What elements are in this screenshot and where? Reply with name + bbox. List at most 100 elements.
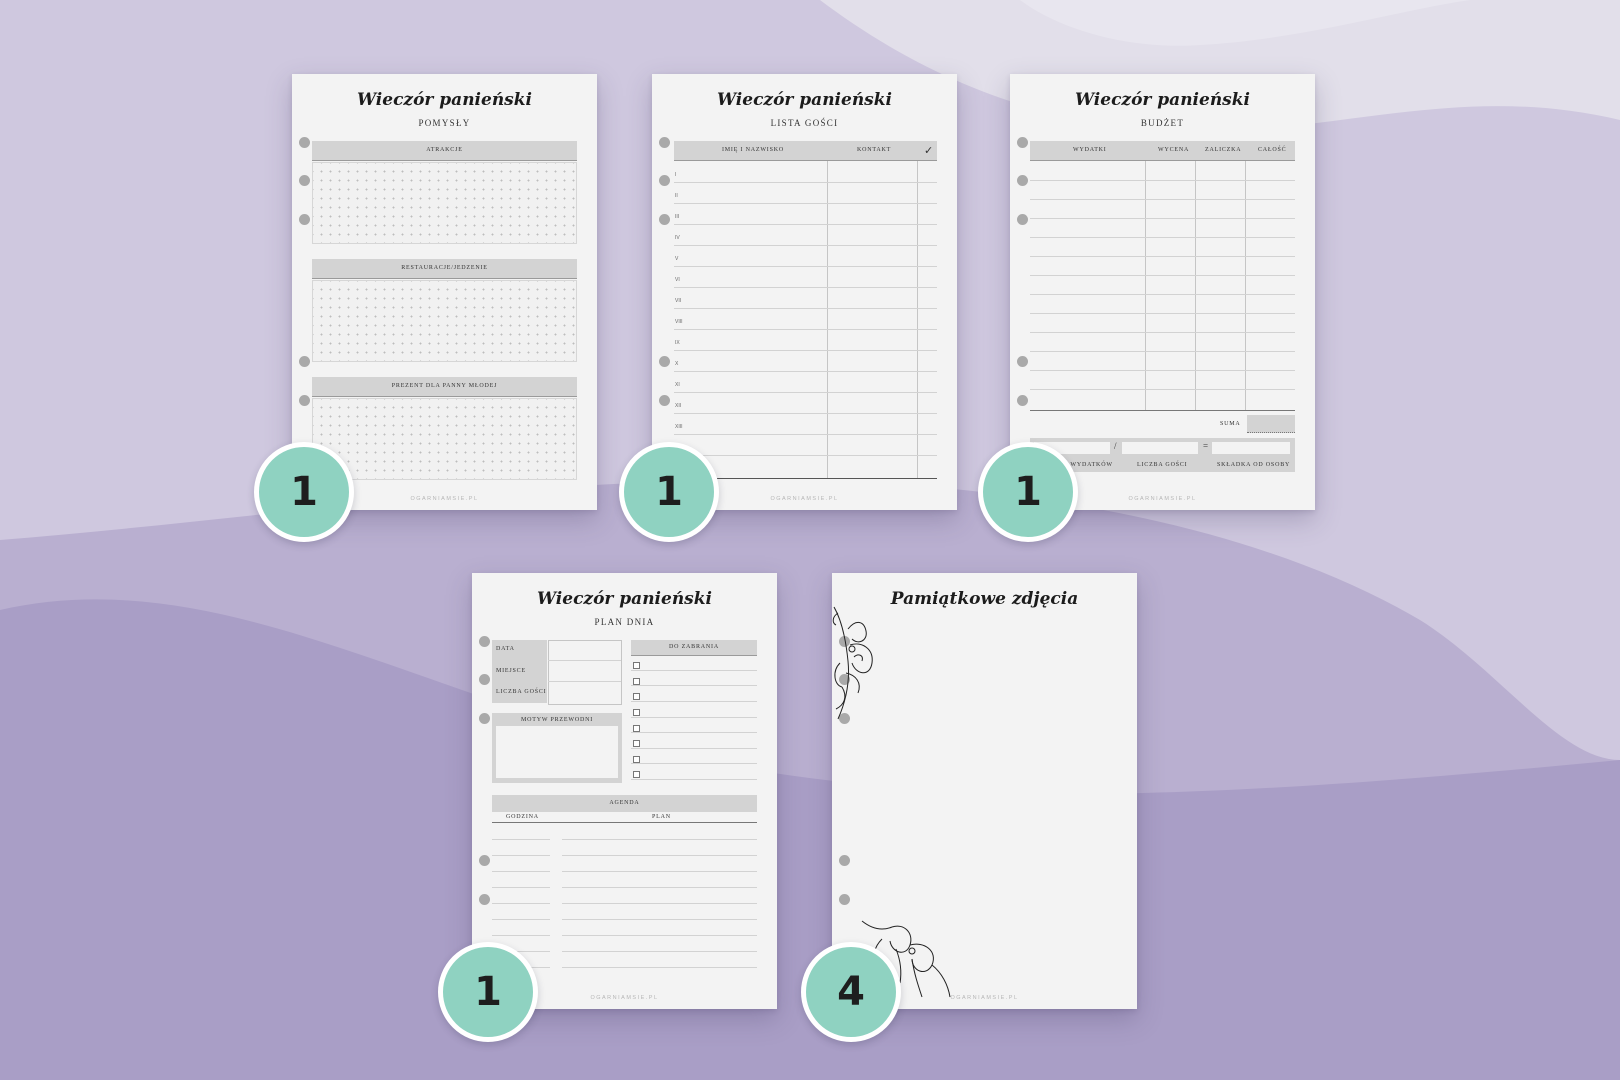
checkbox[interactable] (633, 756, 640, 763)
row-line (631, 717, 757, 718)
row-line (492, 871, 550, 872)
binder-hole (1017, 214, 1028, 225)
planner-page-lista-gosci: Wieczór panieński LISTA GOŚCI IMIĘ I NAZ… (652, 74, 957, 510)
section-header: RESTAURACJE/JEDZENIE (312, 259, 577, 279)
row-line (1030, 180, 1295, 181)
row-line (1030, 199, 1295, 200)
row-number: XI (675, 382, 680, 388)
row-line (492, 935, 550, 936)
quantity-badge: 1 (619, 442, 719, 542)
row-line (674, 203, 937, 204)
binder-hole (659, 214, 670, 225)
row-line (562, 855, 757, 856)
quantity-badge: 1 (978, 442, 1078, 542)
column-header-check: ✓ (924, 145, 935, 157)
page-title: Wieczór panieński (717, 90, 892, 110)
column-divider (917, 161, 918, 479)
checkbox[interactable] (633, 771, 640, 778)
row-number: X (675, 361, 679, 367)
row-line (674, 287, 937, 288)
row-number: V (675, 256, 679, 262)
binder-hole (1017, 356, 1028, 367)
row-line (674, 392, 937, 393)
row-line (631, 779, 757, 780)
page-subtitle: PLAN DNIA (594, 617, 655, 627)
row-number: VI (675, 277, 680, 283)
row-number: III (675, 214, 680, 220)
orchid-illustration-top (832, 606, 873, 720)
planner-page-plan-dnia: Wieczór panieński PLAN DNIA DATA MIEJSCE… (472, 573, 777, 1009)
row-line (631, 748, 757, 749)
row-line (631, 701, 757, 702)
liczba-gosci-label: LICZBA GOŚCI (496, 689, 547, 695)
row-line (1030, 332, 1295, 333)
dot-grid-area (312, 280, 577, 362)
row-line (562, 839, 757, 840)
checkbox[interactable] (633, 740, 640, 747)
column-divider (827, 161, 828, 479)
binder-hole (299, 214, 310, 225)
row-line (1030, 351, 1295, 352)
row-line (492, 839, 550, 840)
page-subtitle: BUDŻET (1140, 118, 1185, 128)
column-header-calosc: CAŁOŚĆ (1258, 147, 1287, 153)
calc-field (1212, 442, 1290, 454)
row-line (1030, 275, 1295, 276)
page-subtitle: LISTA GOŚCI (770, 118, 839, 128)
suma-field (1247, 415, 1295, 433)
planner-page-budzet: Wieczór panieński BUDŻET WYDATKI WYCENA … (1010, 74, 1315, 510)
column-header-contact: KONTAKT (857, 147, 892, 153)
row-line (674, 182, 937, 183)
row-line (492, 855, 550, 856)
section-label: ATRAKCJE (426, 147, 463, 153)
checkbox[interactable] (633, 693, 640, 700)
section-header: ATRAKCJE (312, 141, 577, 161)
row-line (631, 732, 757, 733)
binder-hole (299, 356, 310, 367)
row-line (674, 455, 937, 456)
row-line (674, 245, 937, 246)
binder-hole (299, 395, 310, 406)
row-line (492, 887, 550, 888)
row-line (548, 660, 621, 661)
checkbox[interactable] (633, 709, 640, 716)
row-line (674, 224, 937, 225)
page-subtitle: POMYSŁY (418, 118, 471, 128)
checkbox[interactable] (633, 662, 640, 669)
checkbox[interactable] (633, 725, 640, 732)
row-line (562, 935, 757, 936)
row-line (674, 350, 937, 351)
binder-hole (479, 713, 490, 724)
motyw-field (496, 726, 618, 778)
section-header: PREZENT DLA PANNY MŁODEJ (312, 377, 577, 397)
agenda-label: AGENDA (609, 800, 640, 806)
do-zabrania-label: DO ZABRANIA (669, 644, 719, 650)
row-number: XIII (675, 424, 683, 430)
binder-hole (659, 175, 670, 186)
section-header: DO ZABRANIA (631, 640, 757, 656)
section-label: RESTAURACJE/JEDZENIE (401, 265, 488, 271)
section-label: PREZENT DLA PANNY MŁODEJ (391, 383, 498, 389)
row-line (674, 371, 937, 372)
page-title: Wieczór panieński (357, 90, 532, 110)
calc-field (1122, 442, 1198, 454)
checkbox[interactable] (633, 678, 640, 685)
binder-hole (659, 395, 670, 406)
page-title: Wieczór panieński (537, 589, 712, 609)
binder-hole (299, 137, 310, 148)
binder-hole (479, 674, 490, 685)
row-line (1030, 256, 1295, 257)
page-title: Wieczór panieński (1075, 90, 1250, 110)
binder-hole (659, 137, 670, 148)
operator-equals: = (1203, 441, 1209, 451)
row-line (562, 903, 757, 904)
row-line (562, 887, 757, 888)
operator-divide: / (1114, 441, 1118, 451)
row-line (631, 685, 757, 686)
table-header: IMIĘ I NAZWISKO KONTAKT ✓ (674, 141, 937, 161)
binder-hole (1017, 395, 1028, 406)
binder-hole (1017, 175, 1028, 186)
row-line (674, 266, 937, 267)
binder-hole (479, 855, 490, 866)
row-line (1030, 218, 1295, 219)
